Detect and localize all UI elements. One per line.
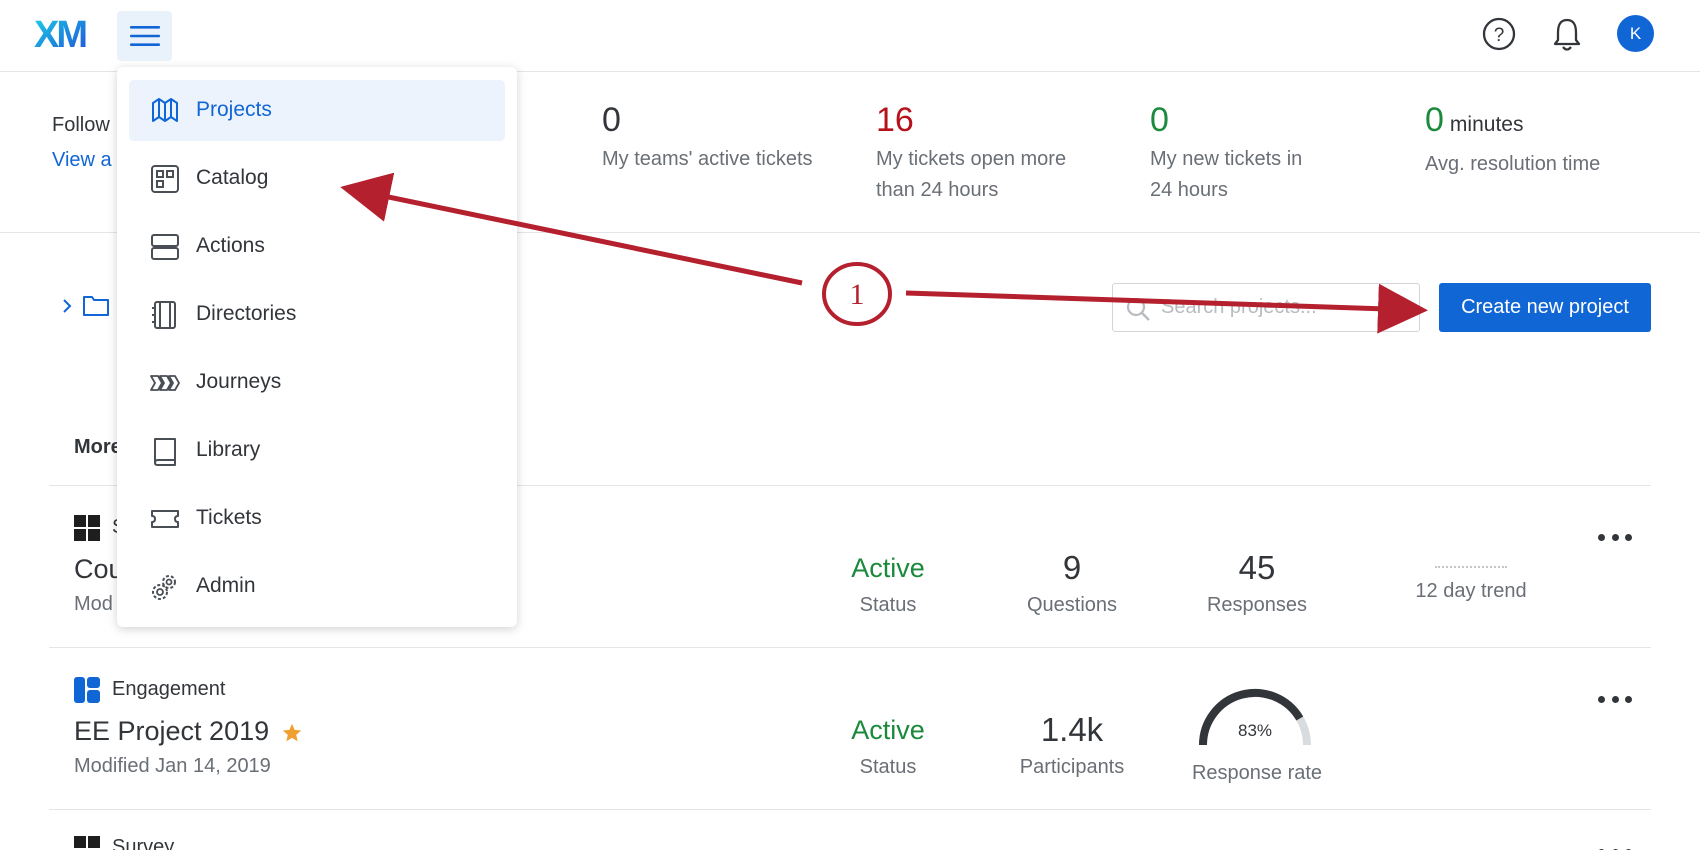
more-options-button[interactable]: [1598, 527, 1632, 547]
nav-item-label: Catalog: [196, 166, 269, 189]
more-options-button[interactable]: [1598, 842, 1632, 850]
stat-new-24h[interactable]: 0 My new tickets in 24 hours: [1150, 100, 1330, 206]
logo-text: XM: [34, 14, 86, 54]
bell-icon[interactable]: [1547, 15, 1587, 55]
response-rate-gauge: 83%: [1195, 687, 1315, 749]
stat-label: My new tickets in 24 hours: [1150, 148, 1303, 201]
user-avatar[interactable]: K: [1617, 15, 1654, 52]
stat-label: Avg. resolution time: [1425, 153, 1601, 175]
nav-item-label: Journeys: [196, 370, 282, 393]
metric-participants: 1.4k Participants: [972, 710, 1172, 779]
stat-resolution-time[interactable]: 0 minutes Avg. resolution time: [1425, 100, 1655, 180]
projects-icon: [152, 98, 178, 122]
project-type-label: Survey: [112, 836, 175, 850]
nav-item-library[interactable]: Library: [129, 420, 505, 481]
metric-trend: 12 day trend: [1371, 548, 1571, 603]
metric-value: Active: [851, 553, 925, 583]
search-icon: [1126, 297, 1150, 321]
section-title: More: [74, 436, 122, 458]
stat-value: 0: [1150, 101, 1169, 139]
nav-item-label: Actions: [196, 234, 265, 257]
metric-status: Active Status: [788, 710, 988, 779]
nav-item-label: Projects: [196, 98, 272, 121]
more-options-button[interactable]: [1598, 689, 1632, 709]
metric-label: Questions: [1026, 594, 1118, 616]
create-new-project-button[interactable]: Create new project: [1439, 283, 1651, 332]
stat-open-24h[interactable]: 16 My tickets open more than 24 hours: [876, 100, 1096, 206]
nav-item-label: Library: [196, 438, 261, 461]
metric-label: 12 day trend: [1415, 580, 1527, 602]
view-all-link[interactable]: View a: [52, 149, 112, 172]
nav-item-projects[interactable]: Projects: [129, 80, 505, 141]
stat-value: 16: [876, 101, 914, 139]
project-modified-date: Mod: [74, 593, 113, 615]
catalog-icon: [151, 165, 179, 193]
metric-value: 1.4k: [1040, 711, 1104, 748]
metric-response-rate: Response rate: [1157, 756, 1357, 785]
metric-label: Response rate: [1191, 762, 1323, 784]
chevron-right-icon[interactable]: [58, 296, 76, 316]
help-circle-icon[interactable]: ?: [1479, 15, 1519, 55]
project-modified-date: Modified Jan 14, 2019: [74, 755, 271, 777]
metric-label: Status: [859, 756, 917, 778]
nav-item-label: Directories: [196, 302, 297, 325]
navigation-menu: Projects Catalog Actions Directories Jou…: [117, 67, 517, 627]
metric-value: Active: [851, 715, 925, 745]
project-row[interactable]: Engagement EE Project 2019 Modified Jan …: [0, 648, 1700, 809]
top-header: XM ? K: [0, 0, 1700, 72]
nav-item-catalog[interactable]: Catalog: [129, 148, 505, 209]
survey-icon: [74, 515, 100, 541]
nav-item-label: Tickets: [196, 506, 262, 529]
nav-item-tickets[interactable]: Tickets: [129, 488, 505, 549]
nav-item-journeys[interactable]: Journeys: [129, 352, 505, 413]
stat-label: My teams' active tickets: [602, 148, 813, 170]
metric-value: 9: [1062, 549, 1082, 586]
metric-responses: 45 Responses: [1157, 548, 1357, 617]
folder-icon[interactable]: [82, 293, 110, 317]
tickets-icon: [151, 510, 179, 528]
admin-gear-icon: [152, 575, 176, 600]
svg-text:?: ?: [1494, 25, 1505, 46]
project-type-label: Engagement: [112, 678, 226, 700]
follow-text: Follow: [52, 114, 110, 136]
nav-item-directories[interactable]: Directories: [129, 284, 505, 345]
star-icon[interactable]: [281, 722, 303, 744]
gauge-percentage: 83%: [1237, 721, 1273, 740]
hamburger-menu-button[interactable]: [117, 11, 172, 61]
hamburger-menu-icon: [129, 26, 160, 46]
nav-item-admin[interactable]: Admin: [129, 556, 505, 617]
metric-status: Active Status: [788, 548, 988, 617]
stat-value: 0: [1425, 101, 1444, 139]
survey-icon: [74, 836, 100, 848]
nav-item-label: Admin: [196, 574, 256, 597]
search-projects-field[interactable]: [1112, 283, 1420, 332]
trend-sparkline: [1435, 566, 1507, 570]
stat-teams-active[interactable]: 0 My teams' active tickets: [602, 100, 832, 175]
metric-value: 45: [1238, 549, 1276, 586]
library-icon: [154, 438, 176, 466]
metric-label: Status: [859, 594, 917, 616]
metric-label: Participants: [1019, 756, 1125, 778]
xm-logo[interactable]: XM: [34, 14, 96, 54]
nav-item-actions[interactable]: Actions: [129, 216, 505, 277]
metric-label: Responses: [1206, 594, 1308, 616]
annotation-step-number: 1: [850, 278, 865, 311]
annotation-step-circle: [822, 262, 892, 326]
stat-label: My tickets open more than 24 hours: [876, 148, 1067, 201]
journeys-icon: [150, 375, 180, 391]
divider: [49, 809, 1651, 810]
actions-icon: [151, 234, 179, 260]
stat-unit: minutes: [1449, 113, 1524, 136]
engagement-icon: [74, 677, 100, 703]
project-name[interactable]: EE Project 2019: [74, 716, 269, 747]
stat-value: 0: [602, 101, 621, 139]
metric-questions: 9 Questions: [972, 548, 1172, 617]
directories-icon: [152, 301, 176, 329]
search-input[interactable]: [1161, 284, 1411, 331]
